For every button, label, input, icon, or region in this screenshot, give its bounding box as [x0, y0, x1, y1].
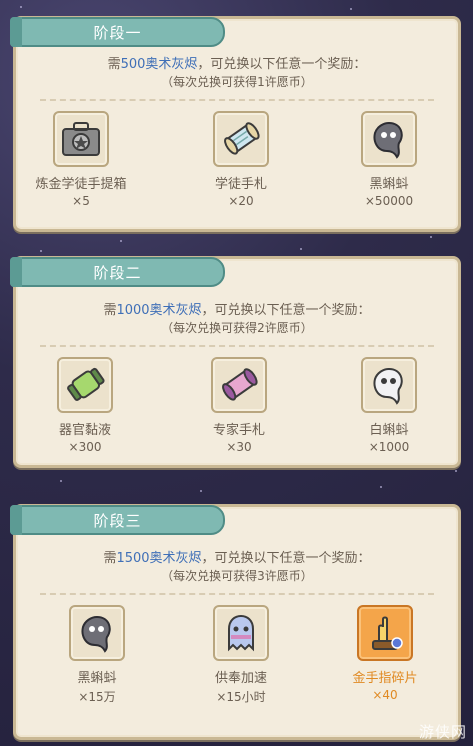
stage-title-ribbon: 阶段三	[10, 505, 225, 535]
reward-note: （每次兑换可获得2许愿币）	[161, 321, 313, 335]
reward-item-qty: ×40	[372, 688, 398, 702]
black-tadpole-icon	[69, 605, 125, 661]
golden-finger-fragment-icon	[357, 605, 413, 661]
reward-item-name: 炼金学徒手提箱	[35, 177, 127, 192]
reward-item-qty: ×300	[68, 440, 102, 454]
reward-item-name: 器官黏液	[58, 423, 111, 438]
stage-title: 阶段一	[93, 23, 142, 42]
expert-scroll-icon	[211, 357, 267, 413]
reward-item-name: 专家手札	[212, 423, 265, 438]
divider	[40, 99, 434, 101]
black-tadpole-icon	[361, 111, 417, 167]
reward-item[interactable]: 专家手札 ×30	[184, 357, 294, 454]
reward-item[interactable]: 炼金学徒手提箱 ×5	[26, 111, 136, 208]
ghost-speedup-icon	[213, 605, 269, 661]
reward-item[interactable]: 器官黏液 ×300	[30, 357, 140, 454]
reward-item-name: 学徒手札	[214, 177, 267, 192]
watermark: 游侠网	[418, 723, 467, 741]
divider	[40, 345, 434, 347]
reward-item-qty: ×50000	[364, 194, 414, 208]
white-tadpole-icon	[361, 357, 417, 413]
reward-item-name: 白蝌蚪	[369, 423, 409, 438]
requirement-text: 需1500奥术灰烬，可兑换以下任意一个奖励：	[103, 551, 371, 566]
stage-card-1: 阶段一 需500奥术灰烬，可兑换以下任意一个奖励： （每次兑换可获得1许愿币） …	[10, 16, 461, 232]
reward-item-name: 黑蝌蚪	[369, 177, 409, 192]
requirement-amount: 1500奥术灰烬	[116, 551, 202, 566]
reward-item-qty: ×20	[228, 194, 254, 208]
divider	[40, 593, 434, 595]
reward-item-qty: ×30	[226, 440, 252, 454]
reward-item-qty: ×1000	[368, 440, 410, 454]
stage-title-ribbon: 阶段一	[10, 17, 225, 47]
reward-item-qty: ×15小时	[216, 690, 266, 704]
reward-item[interactable]: 黑蝌蚪 ×15万	[42, 605, 152, 705]
slime-vial-icon	[57, 357, 113, 413]
requirement-amount: 1000奥术灰烬	[116, 303, 202, 318]
scroll-icon	[213, 111, 269, 167]
reward-item[interactable]: 学徒手札 ×20	[186, 111, 296, 208]
reward-item-name: 金手指碎片	[352, 671, 418, 686]
reward-item[interactable]: 金手指碎片 ×40	[330, 605, 440, 702]
stage-card-3: 阶段三 需1500奥术灰烬，可兑换以下任意一个奖励： （每次兑换可获得3许愿币）…	[10, 504, 461, 740]
reward-item-name: 黑蝌蚪	[77, 671, 117, 686]
reward-item-qty: ×15万	[78, 690, 116, 704]
requirement-text: 需500奥术灰烬，可兑换以下任意一个奖励：	[107, 57, 367, 72]
reward-item[interactable]: 白蝌蚪 ×1000	[334, 357, 444, 454]
reward-note: （每次兑换可获得1许愿币）	[161, 75, 313, 89]
reward-item-name: 供奉加速	[214, 671, 267, 686]
reward-item-qty: ×5	[72, 194, 90, 208]
requirement-amount: 500奥术灰烬	[120, 57, 198, 72]
stage-title: 阶段三	[93, 511, 142, 530]
reward-item[interactable]: 供奉加速 ×15小时	[186, 605, 296, 705]
stage-title: 阶段二	[93, 263, 142, 282]
stage-card-2: 阶段二 需1000奥术灰烬，可兑换以下任意一个奖励： （每次兑换可获得2许愿币）…	[10, 256, 461, 468]
requirement-text: 需1000奥术灰烬，可兑换以下任意一个奖励：	[103, 303, 371, 318]
reward-note: （每次兑换可获得3许愿币）	[161, 569, 313, 583]
stage-title-ribbon: 阶段二	[10, 257, 225, 287]
reward-item[interactable]: 黑蝌蚪 ×50000	[334, 111, 444, 208]
toolbox-icon	[53, 111, 109, 167]
